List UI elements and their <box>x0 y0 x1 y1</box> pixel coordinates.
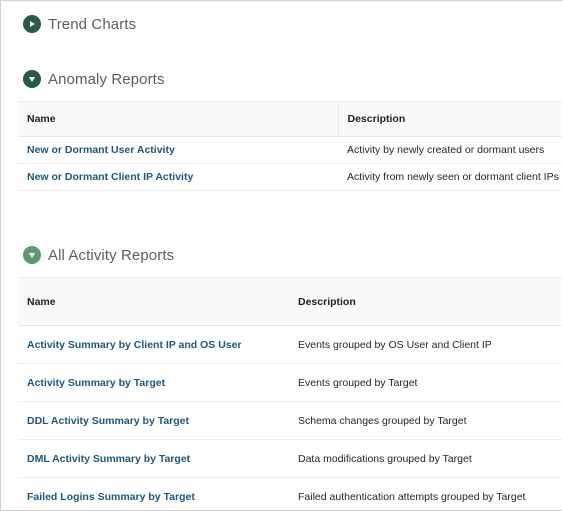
column-header-name[interactable]: Name <box>18 277 289 326</box>
trend-charts-section-header[interactable]: Trend Charts <box>23 15 136 33</box>
report-link[interactable]: Failed Logins Summary by Target <box>18 477 289 510</box>
report-description: Failed authentication attempts grouped b… <box>289 477 562 510</box>
all-activity-reports-table: Name Description Activity Summary by Cli… <box>18 277 562 510</box>
table-row: Failed Logins Summary by Target Failed a… <box>18 477 562 510</box>
report-description: Activity by newly created or dormant use… <box>338 136 562 164</box>
report-link[interactable]: New or Dormant User Activity <box>18 136 338 164</box>
anomaly-reports-table: Name Description New or Dormant User Act… <box>18 101 562 191</box>
all-activity-reports-title: All Activity Reports <box>48 246 175 264</box>
report-link[interactable]: Activity Summary by Target <box>18 363 289 402</box>
report-description: Activity from newly seen or dormant clie… <box>338 163 562 191</box>
trend-charts-title: Trend Charts <box>48 15 137 33</box>
report-link[interactable]: Activity Summary by Client IP and OS Use… <box>18 325 289 364</box>
report-link[interactable]: DML Activity Summary by Target <box>18 439 289 478</box>
table-row: Activity Summary by Target Events groupe… <box>18 363 562 402</box>
expand-arrow-icon[interactable] <box>23 15 41 33</box>
report-description: Schema changes grouped by Target <box>289 401 562 440</box>
column-header-description[interactable]: Description <box>338 101 562 137</box>
all-activity-reports-section-header[interactable]: All Activity Reports <box>23 246 174 264</box>
report-description: Events grouped by OS User and Client IP <box>289 325 562 364</box>
table-row: DML Activity Summary by Target Data modi… <box>18 439 562 478</box>
table-header-row: Name Description <box>18 101 562 137</box>
table-row: New or Dormant Client IP Activity Activi… <box>18 163 562 191</box>
table-row: New or Dormant User Activity Activity by… <box>18 136 562 164</box>
column-header-description[interactable]: Description <box>289 277 562 326</box>
report-description: Data modifications grouped by Target <box>289 439 562 478</box>
column-header-name[interactable]: Name <box>18 101 339 137</box>
table-row: DDL Activity Summary by Target Schema ch… <box>18 401 562 440</box>
table-header-row: Name Description <box>18 277 562 326</box>
table-row: Activity Summary by Client IP and OS Use… <box>18 325 562 364</box>
reports-panel: Trend Charts Anomaly Reports Name Descri… <box>0 0 562 511</box>
report-description: Events grouped by Target <box>289 363 562 402</box>
collapse-arrow-icon[interactable] <box>23 70 41 88</box>
collapse-arrow-icon[interactable] <box>23 246 41 264</box>
report-link[interactable]: DDL Activity Summary by Target <box>18 401 289 440</box>
report-link[interactable]: New or Dormant Client IP Activity <box>18 163 338 191</box>
anomaly-reports-title: Anomaly Reports <box>48 70 165 88</box>
anomaly-reports-section-header[interactable]: Anomaly Reports <box>23 70 165 88</box>
